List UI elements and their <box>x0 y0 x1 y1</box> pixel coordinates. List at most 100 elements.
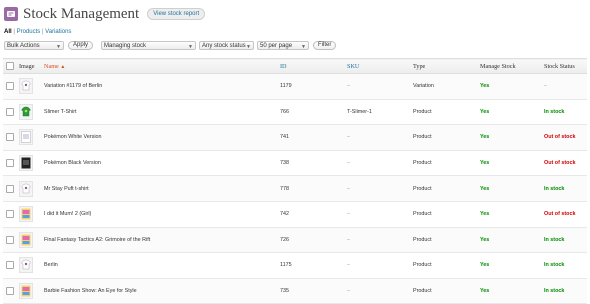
dropdown-arrow-icon: ▼ <box>56 44 61 50</box>
stock-status-value: In stock <box>541 175 587 202</box>
stock-status-value: – <box>541 73 587 100</box>
table-row[interactable]: Pokémon Black Version 738– Product Yes Out o… <box>3 150 587 177</box>
product-sku: – <box>344 201 410 228</box>
sort-ascending-icon: ▲ <box>60 64 66 70</box>
product-name[interactable]: Mr Stay Puft t-shirt <box>41 175 277 202</box>
stock-status-value: Out of stock <box>541 150 587 177</box>
column-header-name-label: Name <box>44 62 59 70</box>
product-sku: – <box>344 124 410 151</box>
product-sku: – <box>344 252 410 279</box>
product-image-cell <box>16 73 41 100</box>
row-checkbox[interactable] <box>6 261 14 270</box>
manage-stock-value: Yes <box>477 252 541 279</box>
row-select-cell <box>3 150 16 177</box>
per-page-select[interactable]: 50 per page ▼ <box>257 41 309 50</box>
row-checkbox[interactable] <box>6 235 14 244</box>
product-id: 1179 <box>277 73 344 100</box>
product-name[interactable]: Pokémon Black Version <box>41 150 277 177</box>
column-header-type: Type <box>410 58 477 74</box>
row-checkbox[interactable] <box>6 210 14 219</box>
filter-products-link[interactable]: Products <box>17 29 41 35</box>
product-name[interactable]: Final Fantasy Tactics A2: Grimoire of th… <box>41 227 277 254</box>
dropdown-arrow-icon: ▼ <box>246 44 251 50</box>
product-thumbnail-image[interactable] <box>19 129 33 146</box>
product-id: 778 <box>277 175 344 202</box>
stock-table: Image Name ▲ ID SKU Type Manage Stock St… <box>3 58 587 304</box>
product-thumbnail-image[interactable] <box>19 283 33 300</box>
table-row[interactable]: Slimer T-Shirt 766 T-Slimer-1 Product Yes In … <box>3 99 587 126</box>
product-id: 726 <box>277 227 344 254</box>
product-thumbnail-image[interactable] <box>19 155 33 172</box>
bulk-actions-select[interactable]: Bulk Actions ▼ <box>4 41 64 50</box>
product-thumbnail-image[interactable] <box>19 78 33 95</box>
product-image-cell <box>16 278 41 304</box>
product-id: 741 <box>277 124 344 151</box>
stock-status-value: In stock <box>541 99 587 126</box>
filter-separator: | <box>13 29 15 35</box>
table-row[interactable]: Mr Stay Puft t-shirt 778– Product Yes In sto… <box>3 175 587 202</box>
product-sku: – <box>344 73 410 100</box>
row-checkbox[interactable] <box>6 107 14 116</box>
manage-stock-value: Yes <box>477 278 541 304</box>
column-header-id[interactable]: ID <box>277 58 344 74</box>
product-thumbnail-image[interactable] <box>19 257 33 274</box>
product-thumbnail-image[interactable] <box>19 231 33 248</box>
bulk-actions-value: Bulk Actions <box>7 43 40 49</box>
product-id: 742 <box>277 201 344 228</box>
product-name[interactable]: I did it Mum! 2 (Girl) <box>41 201 277 228</box>
filter-separator: | <box>41 29 44 35</box>
product-type: Product <box>410 99 477 126</box>
product-image-cell <box>16 150 41 177</box>
stock-status-value: Any stock status <box>202 43 246 49</box>
product-thumbnail-image[interactable] <box>19 180 33 197</box>
product-id: 738 <box>277 150 344 177</box>
row-checkbox[interactable] <box>6 287 14 296</box>
table-row[interactable]: I did it Mum! 2 (Girl) 742– Product Yes Out … <box>3 201 587 228</box>
row-checkbox[interactable] <box>6 159 14 168</box>
product-name[interactable]: Barbie Fashion Show: An Eye for Style <box>41 278 277 304</box>
table-header-row: Image Name ▲ ID SKU Type Manage Stock St… <box>3 58 587 74</box>
filter-variations-link[interactable]: Variations <box>45 29 71 35</box>
table-row[interactable]: Barbie Fashion Show: An Eye for Style 735… <box>3 278 587 304</box>
manage-stock-value: Yes <box>477 227 541 254</box>
stock-status-select[interactable]: Any stock status ▼ <box>199 41 254 50</box>
stock-status-value: In stock <box>541 252 587 279</box>
product-type: Product <box>410 252 477 279</box>
product-name[interactable]: Slimer T-Shirt <box>41 99 277 126</box>
product-image-cell <box>16 99 41 126</box>
column-header-sku[interactable]: SKU <box>344 58 410 74</box>
row-checkbox[interactable] <box>6 133 14 142</box>
product-sku: – <box>344 278 410 304</box>
table-row[interactable]: Final Fantasy Tactics A2: Grimoire of th… <box>3 227 587 254</box>
select-all-checkbox[interactable] <box>6 62 14 70</box>
table-row[interactable]: Variation #1179 of Berlin 1179– Variation Y… <box>3 73 587 100</box>
product-thumbnail-image[interactable] <box>19 206 33 223</box>
filter-all-link[interactable]: All <box>4 29 12 35</box>
product-image-cell <box>16 227 41 254</box>
manage-stock-value: Yes <box>477 175 541 202</box>
stock-status-value: Out of stock <box>541 124 587 151</box>
row-select-cell <box>3 278 16 304</box>
product-name[interactable]: Pokémon White Version <box>41 124 277 151</box>
column-header-name[interactable]: Name ▲ <box>41 58 277 74</box>
apply-button[interactable]: Apply <box>68 41 94 50</box>
table-row[interactable]: Berlin 1175– Product Yes In stock <box>3 252 587 279</box>
row-checkbox[interactable] <box>6 184 14 193</box>
column-header-stock-status: Stock Status <box>541 58 587 74</box>
product-type: Product <box>410 278 477 304</box>
product-name[interactable]: Berlin <box>41 252 277 279</box>
managing-stock-select[interactable]: Managing stock ▼ <box>101 41 196 50</box>
row-checkbox[interactable] <box>6 82 14 91</box>
column-header-image: Image <box>16 58 41 74</box>
view-stock-report-button[interactable]: View stock report <box>147 8 206 20</box>
stock-status-value: In stock <box>541 227 587 254</box>
view-filter-links: All | Products | Variations <box>4 29 71 35</box>
table-row[interactable]: Pokémon White Version 741– Product Yes Out o… <box>3 124 587 151</box>
product-id: 766 <box>277 99 344 126</box>
product-thumbnail-image[interactable] <box>19 103 33 120</box>
product-name[interactable]: Variation #1179 of Berlin <box>41 73 277 100</box>
product-type: Product <box>410 201 477 228</box>
filter-button[interactable]: Filter <box>313 41 337 50</box>
row-select-cell <box>3 252 16 279</box>
manage-stock-value: Yes <box>477 73 541 100</box>
